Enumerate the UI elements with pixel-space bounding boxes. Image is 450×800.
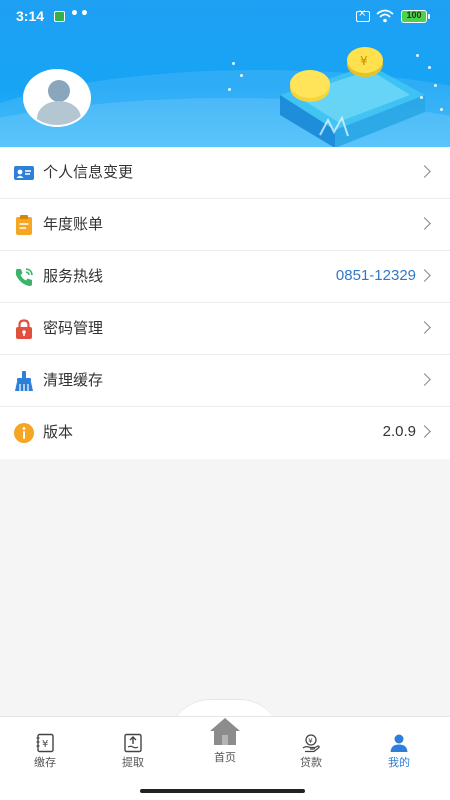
avatar[interactable] bbox=[23, 69, 91, 127]
menu-item-version[interactable]: 版本 2.0.9 bbox=[0, 407, 450, 459]
withdraw-upload-icon bbox=[124, 733, 142, 753]
chevron-right-icon bbox=[418, 425, 431, 438]
battery-level: 100 bbox=[406, 10, 422, 20]
menu-item-service-hotline[interactable]: 服务热线 0851-12329 bbox=[0, 251, 450, 303]
chevron-right-icon bbox=[418, 165, 431, 178]
svg-text:¥: ¥ bbox=[42, 739, 48, 750]
svg-text:¥: ¥ bbox=[360, 54, 368, 68]
person-icon bbox=[390, 734, 408, 752]
no-sim-icon bbox=[356, 8, 370, 22]
sparkle bbox=[416, 54, 419, 57]
deposit-book-icon: ¥ bbox=[36, 733, 54, 753]
tab-label: 提取 bbox=[122, 756, 144, 769]
sparkle bbox=[228, 88, 231, 91]
hotline-number[interactable]: 0851-12329 bbox=[336, 266, 416, 286]
sparkle bbox=[232, 62, 235, 65]
loan-hand-icon: ¥ bbox=[302, 734, 320, 753]
tab-deposit[interactable]: ¥ 缴存 bbox=[0, 717, 90, 787]
menu-item-label: 清理缓存 bbox=[43, 371, 104, 389]
menu-item-clear-cache[interactable]: 清理缓存 bbox=[0, 355, 450, 407]
tab-withdraw[interactable]: 提取 bbox=[88, 717, 178, 787]
battery-icon: 100 bbox=[401, 10, 430, 23]
broom-icon bbox=[15, 371, 33, 391]
status-dots: •• bbox=[70, 6, 90, 22]
menu-item-label: 服务热线 bbox=[43, 267, 104, 285]
chevron-right-icon bbox=[418, 269, 431, 282]
menu-item-label: 个人信息变更 bbox=[43, 163, 134, 181]
info-icon bbox=[14, 423, 34, 443]
wifi-icon bbox=[376, 9, 394, 23]
tab-label: 贷款 bbox=[300, 756, 322, 769]
sparkle bbox=[428, 66, 431, 69]
home-icon bbox=[210, 718, 240, 745]
sparkle bbox=[420, 96, 423, 99]
svg-text:¥: ¥ bbox=[308, 737, 313, 745]
coin-illustration: ¥ bbox=[280, 47, 425, 147]
menu-item-label: 版本 bbox=[43, 423, 74, 441]
profile-banner: 3:14 •• 100 ¥ bbox=[0, 0, 450, 147]
chevron-right-icon bbox=[418, 217, 431, 230]
menu-item-label: 密码管理 bbox=[43, 319, 104, 337]
avatar-body bbox=[37, 101, 81, 125]
sparkle bbox=[434, 84, 437, 87]
settings-menu: 个人信息变更 年度账单 服务热线 0851-12329 密码管理 清理缓存 版本… bbox=[0, 147, 450, 459]
version-number: 2.0.9 bbox=[382, 423, 416, 440]
tab-label: 缴存 bbox=[34, 756, 56, 769]
tab-mine[interactable]: 我的 bbox=[354, 717, 444, 787]
sparkle bbox=[240, 74, 243, 77]
menu-item-profile-change[interactable]: 个人信息变更 bbox=[0, 147, 450, 199]
home-indicator bbox=[140, 789, 305, 793]
tab-label: 首页 bbox=[214, 751, 236, 764]
id-card-icon bbox=[14, 166, 34, 180]
tab-home[interactable]: 首页 bbox=[180, 716, 270, 776]
phone-icon bbox=[15, 268, 33, 286]
menu-item-password[interactable]: 密码管理 bbox=[0, 303, 450, 355]
tab-loan[interactable]: ¥ 贷款 bbox=[266, 717, 356, 787]
chevron-right-icon bbox=[418, 321, 431, 334]
tab-label: 我的 bbox=[388, 756, 410, 769]
status-bar: 3:14 •• 100 bbox=[0, 0, 450, 34]
avatar-head bbox=[48, 80, 70, 102]
clipboard-icon bbox=[16, 215, 32, 235]
notification-app-icon bbox=[54, 11, 65, 22]
menu-item-label: 年度账单 bbox=[43, 215, 104, 233]
status-time: 3:14 bbox=[16, 8, 45, 24]
chevron-right-icon bbox=[418, 373, 431, 386]
sparkle bbox=[440, 108, 443, 111]
lock-icon bbox=[16, 319, 32, 339]
menu-item-annual-bill[interactable]: 年度账单 bbox=[0, 199, 450, 251]
